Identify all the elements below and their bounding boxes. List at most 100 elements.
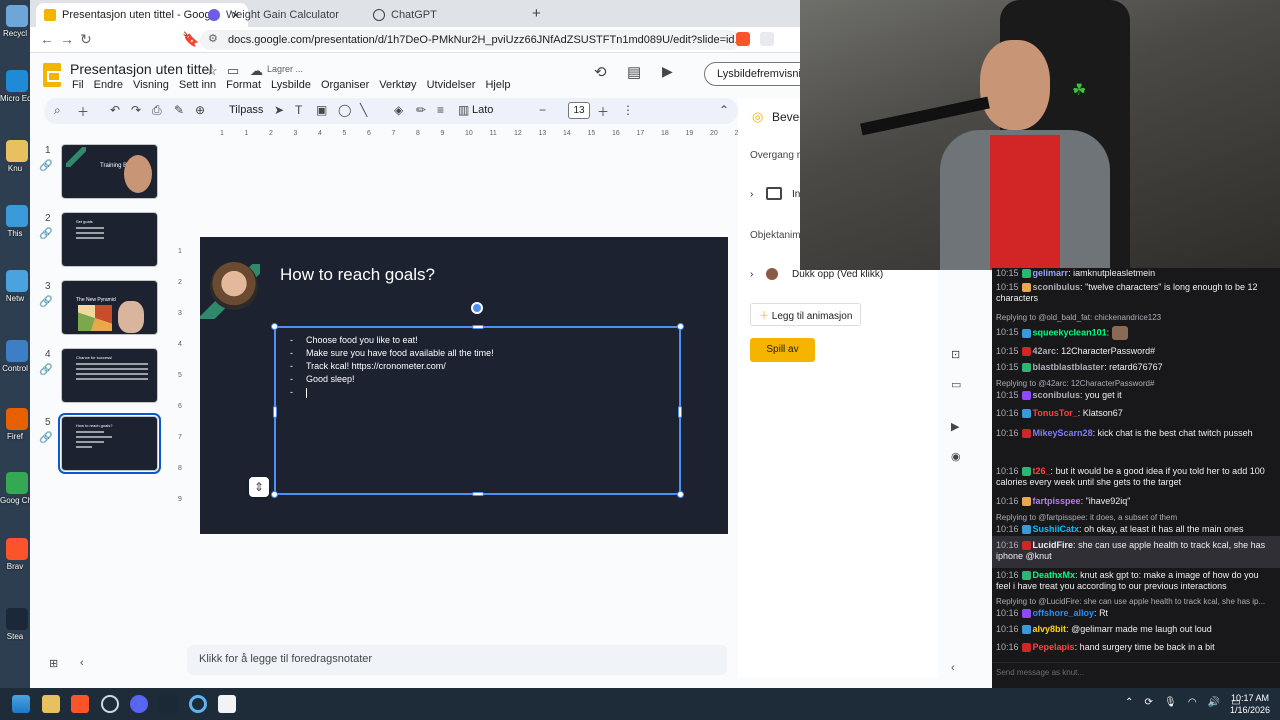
document-app-icon[interactable]: [218, 695, 236, 713]
speaker-notes[interactable]: Klikk for å legge til foredragsnotater: [187, 645, 727, 675]
expand-panel-icon[interactable]: ‹: [951, 662, 955, 674]
paint-format-icon[interactable]: ✎: [174, 103, 184, 117]
rotate-handle[interactable]: [471, 302, 483, 314]
font-size-decrease-icon[interactable]: −: [539, 103, 546, 117]
start-windows-icon[interactable]: [12, 695, 30, 713]
print-icon[interactable]: ⎙: [152, 103, 162, 118]
border-weight-icon[interactable]: ≡: [437, 103, 444, 117]
addon-icon[interactable]: ◉: [951, 450, 961, 463]
redo-icon[interactable]: ↷: [131, 103, 141, 117]
desktop-shortcut[interactable]: Brav: [0, 538, 34, 571]
play-button[interactable]: Spill av: [750, 338, 815, 362]
menu-organiser[interactable]: Organiser: [321, 79, 369, 91]
move-folder-icon[interactable]: ▭: [227, 63, 239, 79]
current-slide[interactable]: How to reach goals? - Choose food you lik…: [200, 237, 728, 534]
font-size-increase-icon[interactable]: ＋: [597, 103, 609, 120]
slide-thumbnail-5[interactable]: How to reach goals?: [58, 413, 161, 474]
bullet-item[interactable]: - Make sure you have food available all t…: [290, 347, 494, 360]
chat-username[interactable]: Pepelapis: [1033, 642, 1075, 652]
desktop-shortcut[interactable]: Netw: [0, 270, 34, 303]
chat-username[interactable]: t26_: [1033, 466, 1051, 476]
chat-username[interactable]: LucidFire: [1033, 540, 1074, 550]
chat-username[interactable]: sconibulus: [1033, 390, 1081, 400]
tab-weight-gain[interactable]: Weight Gain Calculator: [200, 3, 347, 27]
slide-photo[interactable]: [210, 262, 258, 310]
extension-icon[interactable]: [760, 32, 774, 46]
desktop-shortcut[interactable]: Stea: [0, 608, 34, 641]
bullet-item-active[interactable]: -: [290, 386, 494, 399]
desktop-shortcut[interactable]: Firef: [0, 408, 34, 441]
mic-icon[interactable]: 🎙: [1164, 697, 1177, 708]
menu-hjelp[interactable]: Hjelp: [485, 79, 510, 91]
menu-lysbilde[interactable]: Lysbilde: [271, 79, 311, 91]
file-explorer-icon[interactable]: [42, 695, 60, 713]
resize-handle-top[interactable]: [472, 325, 484, 329]
add-animation-button[interactable]: ＋ Legg til animasjon: [750, 303, 862, 326]
bullet-text-box[interactable]: - Choose food you like to eat! - Make sure…: [271, 323, 684, 498]
shape-icon[interactable]: ◯: [338, 103, 351, 117]
animation-item[interactable]: Dukk opp (Ved klikk): [792, 269, 883, 280]
image-icon[interactable]: ▣: [316, 103, 327, 117]
menu-format[interactable]: Format: [226, 79, 261, 91]
text-align-options-icon[interactable]: ⇕: [249, 477, 269, 497]
desktop-shortcut[interactable]: Micro Edge: [0, 70, 34, 103]
document-title[interactable]: Presentasjon uten tittel: [70, 61, 212, 77]
menu-visning[interactable]: Visning: [133, 79, 169, 91]
menu-sett-inn[interactable]: Sett inn: [179, 79, 216, 91]
chevron-up-icon[interactable]: ⌃: [1125, 697, 1133, 708]
slide-thumbnail-2[interactable]: Set goals: [61, 212, 158, 267]
more-options-icon[interactable]: ⋮: [622, 103, 634, 117]
font-size-input[interactable]: 13: [568, 102, 590, 119]
tab-chatgpt[interactable]: ChatGPT: [365, 3, 445, 27]
new-slide-icon[interactable]: ＋: [77, 103, 89, 120]
slides-logo-icon[interactable]: [43, 63, 61, 87]
menu-utvidelser[interactable]: Utvidelser: [427, 79, 476, 91]
menu-endre[interactable]: Endre: [94, 79, 123, 91]
slide-thumbnail-4[interactable]: Chance for success!: [61, 348, 158, 403]
collapse-toolbar-icon[interactable]: ⌃: [719, 103, 729, 117]
select-cursor-icon[interactable]: ➤: [274, 103, 284, 117]
grid-view-icon[interactable]: ⊞: [49, 657, 58, 670]
slide-thumbnail-3[interactable]: The New Pyramid: [61, 280, 158, 335]
bullet-item[interactable]: - Good sleep!: [290, 373, 494, 386]
new-tab-button[interactable]: +: [532, 5, 541, 22]
reload-icon[interactable]: ↻: [80, 31, 92, 48]
expand-chevron-icon[interactable]: ›: [750, 269, 753, 280]
bookmark-icon[interactable]: 🔖: [182, 31, 199, 48]
meet-icon[interactable]: ▶: [662, 63, 673, 80]
app-icon[interactable]: [189, 695, 207, 713]
obs-icon[interactable]: [101, 695, 119, 713]
search-menus-icon[interactable]: ⌕: [54, 103, 61, 118]
chat-username[interactable]: squeekyclean101: [1033, 327, 1107, 337]
resize-handle-top-left[interactable]: [271, 323, 278, 330]
comments-icon[interactable]: ▤: [627, 63, 641, 81]
slide-thumbnail-1[interactable]: Training Bonnie: [61, 144, 158, 199]
menu-fil[interactable]: Fil: [72, 79, 84, 91]
back-arrow-icon[interactable]: ←: [40, 31, 54, 47]
slide-title[interactable]: How to reach goals?: [280, 265, 435, 285]
maps-icon[interactable]: ▶: [951, 420, 959, 433]
chat-username[interactable]: alvy8bit: [1033, 624, 1067, 634]
chat-username[interactable]: blastblastblaster: [1033, 362, 1105, 372]
steam-icon[interactable]: [159, 695, 177, 713]
site-settings-icon[interactable]: ⚙: [208, 32, 222, 46]
collapse-filmstrip-icon[interactable]: ‹: [80, 657, 84, 669]
chat-username[interactable]: TonusTor_: [1033, 408, 1078, 418]
discord-icon[interactable]: [130, 695, 148, 713]
resize-handle-bottom[interactable]: [472, 492, 484, 496]
history-icon[interactable]: ⟲: [594, 63, 607, 81]
brave-shield-icon[interactable]: [736, 32, 750, 46]
sync-icon[interactable]: ⟳: [1145, 697, 1153, 708]
menu-verktoy[interactable]: Verktøy: [379, 79, 416, 91]
chat-username[interactable]: 42arc: [1033, 346, 1057, 356]
undo-icon[interactable]: ↶: [110, 103, 120, 117]
expand-chevron-icon[interactable]: ›: [750, 189, 753, 200]
chat-username[interactable]: MikeyScarn28: [1033, 428, 1093, 438]
desktop-shortcut[interactable]: Control: [0, 340, 34, 373]
resize-handle-bottom-left[interactable]: [271, 491, 278, 498]
chat-username[interactable]: DeathxMx: [1033, 570, 1076, 580]
wifi-icon[interactable]: ◠: [1188, 697, 1197, 708]
chat-username[interactable]: gelimarr: [1033, 268, 1069, 278]
clock[interactable]: 10:17 AM 1/16/2026: [1226, 692, 1274, 716]
folder-icon[interactable]: ▭: [951, 378, 961, 391]
